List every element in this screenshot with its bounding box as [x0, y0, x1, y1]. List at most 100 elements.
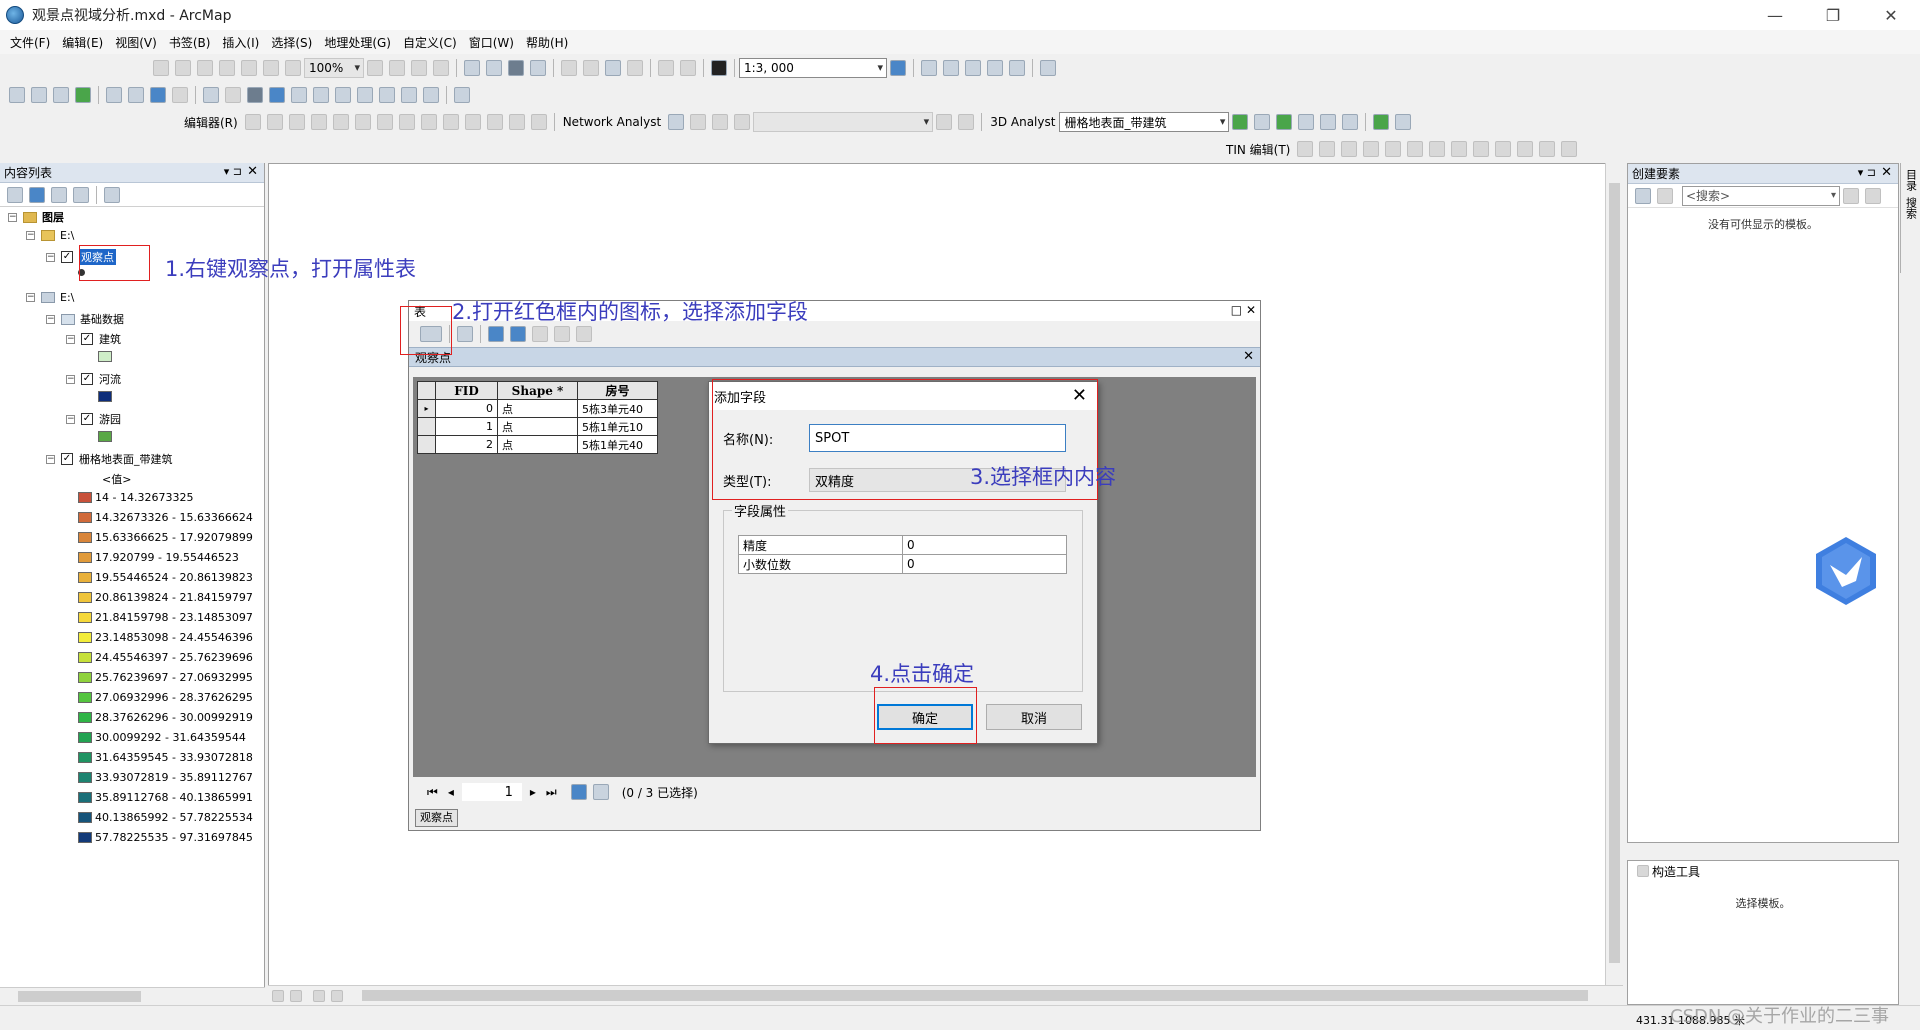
menu-geoprocessing[interactable]: 地理处理(G): [324, 34, 391, 51]
close-button[interactable]: ✕: [1862, 0, 1920, 30]
layout-tool-icon[interactable]: [175, 60, 191, 76]
time-slider-icon[interactable]: [423, 87, 439, 103]
tin-tool-icon[interactable]: [1385, 141, 1402, 157]
assistant-bird-icon[interactable]: [1812, 535, 1880, 607]
precision-value[interactable]: 0: [902, 535, 1067, 555]
contour-icon[interactable]: [1232, 114, 1249, 130]
search-window-icon[interactable]: [965, 60, 981, 76]
edit-vertices-icon[interactable]: [376, 114, 393, 130]
close-icon[interactable]: ✕: [1881, 165, 1892, 180]
tin-tool-icon[interactable]: [1407, 141, 1424, 157]
tin-tool-icon[interactable]: [1539, 141, 1556, 157]
cut-polygons-icon[interactable]: [420, 114, 437, 130]
menu-bookmarks[interactable]: 书签(B): [169, 34, 211, 51]
delete-selected-icon[interactable]: [576, 326, 592, 342]
pause-drawing-icon[interactable]: [331, 989, 343, 1002]
toc-options-icon[interactable]: [104, 186, 120, 203]
zoom-percent-combo[interactable]: 100%: [304, 58, 364, 78]
layout-view-icon[interactable]: [290, 989, 302, 1002]
close-icon[interactable]: ✕: [1243, 349, 1254, 364]
zoom-in-icon[interactable]: [9, 87, 25, 103]
workspace-e-2[interactable]: − E:\: [26, 291, 74, 304]
last-record-icon[interactable]: ⏭: [546, 785, 557, 800]
fixed-zoom-out-icon[interactable]: [128, 87, 144, 103]
menu-help[interactable]: 帮助(H): [526, 34, 568, 51]
row-selector[interactable]: ▸: [417, 399, 436, 418]
table-of-contents-icon[interactable]: [921, 60, 937, 76]
tin-tool-icon[interactable]: [1473, 141, 1490, 157]
point-icon[interactable]: [354, 114, 371, 130]
pin-icon[interactable]: ▾ ⊐: [224, 165, 242, 178]
find-binoculars-icon[interactable]: [357, 87, 373, 103]
row-selector[interactable]: [417, 417, 436, 436]
layer-river[interactable]: − ✓ 河流: [66, 371, 121, 387]
undo-icon[interactable]: [658, 60, 674, 76]
reshape-icon[interactable]: [398, 114, 415, 130]
visibility-checkbox[interactable]: ✓: [61, 251, 73, 263]
go-to-xy-icon[interactable]: [401, 87, 417, 103]
redo-icon[interactable]: [680, 60, 696, 76]
layout-tool-icon[interactable]: [263, 60, 279, 76]
column-header-fid[interactable]: FID: [435, 381, 498, 400]
catalog-side-tab[interactable]: 目录: [1903, 169, 1919, 191]
arcscene-globe-icon[interactable]: [1373, 114, 1390, 130]
identify-icon[interactable]: [269, 87, 285, 103]
select-network-location-icon[interactable]: [712, 114, 729, 130]
menu-customize[interactable]: 自定义(C): [403, 34, 457, 51]
save-icon[interactable]: [508, 60, 524, 76]
map-scale-combo[interactable]: 1:3, 000: [739, 58, 887, 78]
refresh-icon[interactable]: [313, 989, 325, 1002]
arctoolbox-icon[interactable]: [987, 60, 1003, 76]
toc-horizontal-scrollbar[interactable]: [0, 987, 265, 1005]
profile-graph-icon[interactable]: [1342, 114, 1359, 130]
previous-record-icon[interactable]: ◂: [448, 785, 454, 799]
visibility-checkbox[interactable]: ✓: [81, 413, 93, 425]
rotate-icon[interactable]: [464, 114, 481, 130]
switch-selection-icon[interactable]: [510, 326, 526, 342]
tin-tool-icon[interactable]: [1363, 141, 1380, 157]
viewer-window-icon[interactable]: [454, 87, 470, 103]
tin-tool-icon[interactable]: [1451, 141, 1468, 157]
tin-tool-icon[interactable]: [1319, 141, 1336, 157]
full-extent-globe-icon[interactable]: [75, 87, 91, 103]
layout-tool-icon[interactable]: [197, 60, 213, 76]
show-selected-records-icon[interactable]: [592, 784, 609, 800]
workspace-e-1[interactable]: − E:\: [26, 229, 74, 242]
print-icon[interactable]: [530, 60, 546, 76]
find-route-icon[interactable]: [379, 87, 395, 103]
table-row[interactable]: 2 点 5栋1单元40: [417, 435, 658, 454]
python-window-icon[interactable]: [1009, 60, 1025, 76]
cut-icon[interactable]: [561, 60, 577, 76]
editor-toolbar-icon[interactable]: [890, 60, 906, 76]
clear-selection-icon[interactable]: [532, 326, 548, 342]
minimize-button[interactable]: —: [1746, 0, 1804, 30]
html-popup-icon[interactable]: [313, 87, 329, 103]
clear-selection-icon[interactable]: [225, 87, 241, 103]
layer-park[interactable]: − ✓ 游园: [66, 411, 121, 427]
trace-icon[interactable]: [332, 114, 349, 130]
table-tab-observation-points[interactable]: 观察点: [415, 809, 458, 827]
scale-value[interactable]: 0: [902, 554, 1067, 574]
tin-tool-icon[interactable]: [1561, 141, 1578, 157]
tin-tool-icon[interactable]: [1429, 141, 1446, 157]
layout-view-icon[interactable]: [411, 60, 427, 76]
visibility-checkbox[interactable]: ✓: [81, 333, 93, 345]
map-horizontal-scrollbar[interactable]: [362, 990, 1588, 1001]
zoom-out-icon[interactable]: [31, 87, 47, 103]
layout-tool-icon[interactable]: [153, 60, 169, 76]
endpoint-arc-icon[interactable]: [310, 114, 327, 130]
pin-icon[interactable]: ▾ ⊐: [1858, 166, 1876, 179]
layer-building[interactable]: − ✓ 建筑: [66, 331, 121, 347]
line-of-sight-icon[interactable]: [1276, 114, 1293, 130]
next-record-icon[interactable]: ▸: [530, 785, 536, 799]
network-identify-icon[interactable]: [936, 114, 953, 130]
tin-tool-icon[interactable]: [1517, 141, 1534, 157]
interpolate-line-icon[interactable]: [1320, 114, 1337, 130]
copy-icon[interactable]: [583, 60, 599, 76]
edit-tool-icon[interactable]: [244, 114, 261, 130]
edit-annotation-icon[interactable]: [266, 114, 283, 130]
menu-edit[interactable]: 编辑(E): [62, 34, 103, 51]
layout-view-icon[interactable]: [367, 60, 383, 76]
search-icon[interactable]: [1843, 187, 1859, 204]
interpolate-point-icon[interactable]: [1298, 114, 1315, 130]
